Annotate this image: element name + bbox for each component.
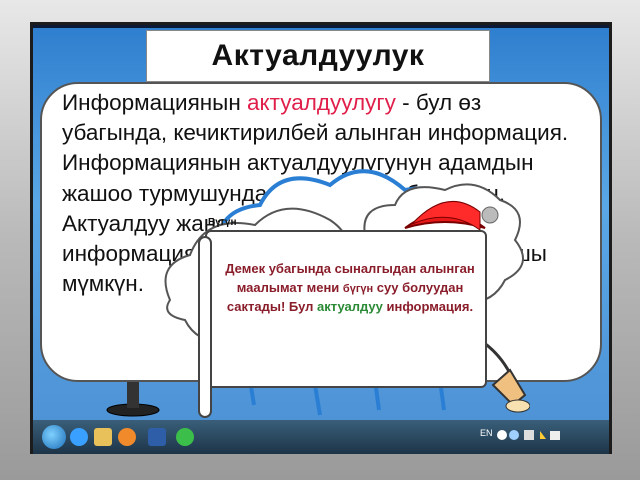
folder-icon[interactable] bbox=[94, 428, 112, 446]
tv-stand-icon bbox=[106, 382, 160, 417]
callout-text: Демек убагында сыналгыдан алынган маалым… bbox=[222, 260, 478, 317]
scroll-roll-left bbox=[198, 236, 212, 418]
internet-explorer-icon[interactable] bbox=[70, 428, 88, 446]
cloud-caption: Бүгүн bbox=[208, 217, 237, 228]
start-button[interactable] bbox=[42, 425, 66, 449]
app-icon[interactable] bbox=[148, 428, 166, 446]
callout-green-word: актуалдуу bbox=[317, 299, 383, 314]
slide-title-box: Актуалдуулук bbox=[146, 30, 490, 82]
language-indicator[interactable]: EN bbox=[480, 428, 493, 438]
system-tray-icons bbox=[497, 430, 560, 440]
paragraph-part1: Информациянын bbox=[62, 90, 248, 115]
paragraph-accent-word: актуалдуулугу bbox=[247, 90, 396, 115]
callout-part3: информация. bbox=[382, 299, 474, 314]
slide-title: Актуалдуулук bbox=[211, 39, 425, 72]
media-player-icon[interactable] bbox=[118, 428, 136, 446]
man-with-umbrella-icon bbox=[479, 338, 530, 413]
callout-bugun: бүгүн bbox=[342, 282, 374, 295]
presentation-icon[interactable] bbox=[176, 428, 194, 446]
